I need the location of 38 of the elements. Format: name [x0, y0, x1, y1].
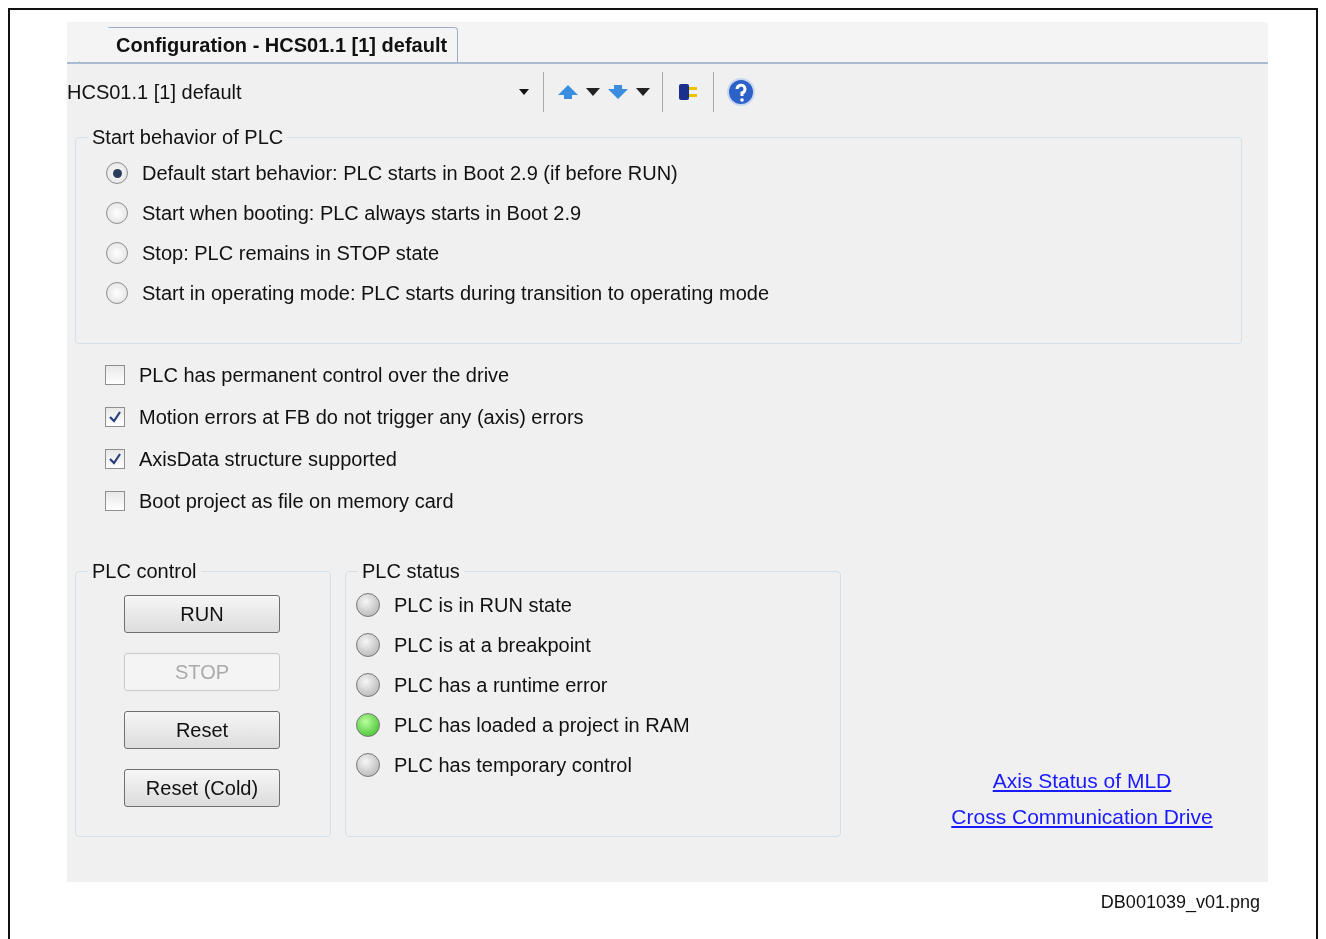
- group-title: PLC status: [361, 560, 461, 583]
- checkbox[interactable]: [105, 365, 125, 385]
- radio-button[interactable]: [106, 242, 128, 264]
- caret-icon: [519, 89, 529, 95]
- status-label: PLC is in RUN state: [394, 593, 572, 617]
- arrow-down-icon[interactable]: [606, 83, 630, 101]
- radio-label: Default start behavior: PLC starts in Boot 2.9 (if before RUN): [142, 161, 678, 185]
- radio-label: Stop: PLC remains in STOP state: [142, 241, 440, 265]
- plc-button[interactable]: Reset (Cold): [124, 769, 280, 807]
- status-label: PLC has temporary control: [394, 753, 632, 777]
- caret-icon[interactable]: [586, 88, 600, 96]
- checkbox-label: Boot project as file on memory card: [139, 489, 454, 513]
- tab[interactable]: Configuration - HCS01.1 [1] default: [79, 27, 459, 62]
- checkbox-label: PLC has permanent control over the drive: [139, 363, 510, 387]
- radio-button[interactable]: [106, 162, 128, 184]
- caption: DB001039_v01.png: [1100, 892, 1260, 912]
- group-title: Start behavior of PLC: [91, 126, 285, 149]
- radio-button[interactable]: [106, 202, 128, 224]
- plc-button[interactable]: RUN: [124, 595, 280, 633]
- device-dropdown[interactable]: HCS01.1 [1] default: [67, 74, 535, 110]
- checkbox-label: Motion errors at FB do not trigger any (axis) errors: [139, 405, 584, 429]
- help-icon[interactable]: [726, 77, 756, 107]
- status-label: PLC has a runtime error: [394, 673, 608, 697]
- status-label: PLC is at a breakpoint: [394, 633, 591, 657]
- link[interactable]: Cross Communication Drive: [951, 805, 1213, 828]
- link[interactable]: Axis Status of MLD: [992, 769, 1172, 792]
- checkbox-label: AxisData structure supported: [139, 447, 397, 471]
- radio-button[interactable]: [106, 282, 128, 304]
- status-label: PLC has loaded a project in RAM: [394, 713, 690, 737]
- group-title: PLC control: [91, 560, 198, 583]
- checkbox[interactable]: [105, 449, 125, 469]
- arrow-up-icon[interactable]: [556, 83, 580, 101]
- checkbox[interactable]: [105, 491, 125, 511]
- radio-label: Start in operating mode: PLC starts during transition to operating mode: [142, 281, 769, 305]
- checkbox[interactable]: [105, 407, 125, 427]
- caret-icon[interactable]: [636, 88, 650, 96]
- plc-button[interactable]: Reset: [124, 711, 280, 749]
- radio-label: Start when booting: PLC always starts in Boot 2.9: [142, 201, 582, 225]
